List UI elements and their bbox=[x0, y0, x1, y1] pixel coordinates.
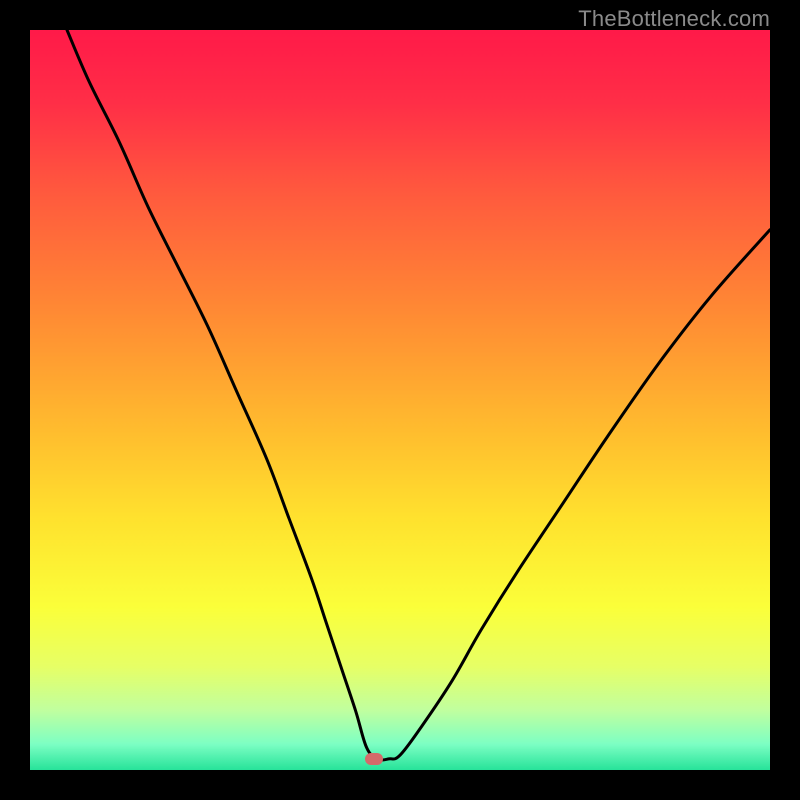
gradient-background bbox=[30, 30, 770, 770]
chart-frame: TheBottleneck.com bbox=[0, 0, 800, 800]
optimal-point-marker bbox=[365, 753, 383, 765]
watermark-text: TheBottleneck.com bbox=[578, 6, 770, 32]
plot-area bbox=[30, 30, 770, 770]
